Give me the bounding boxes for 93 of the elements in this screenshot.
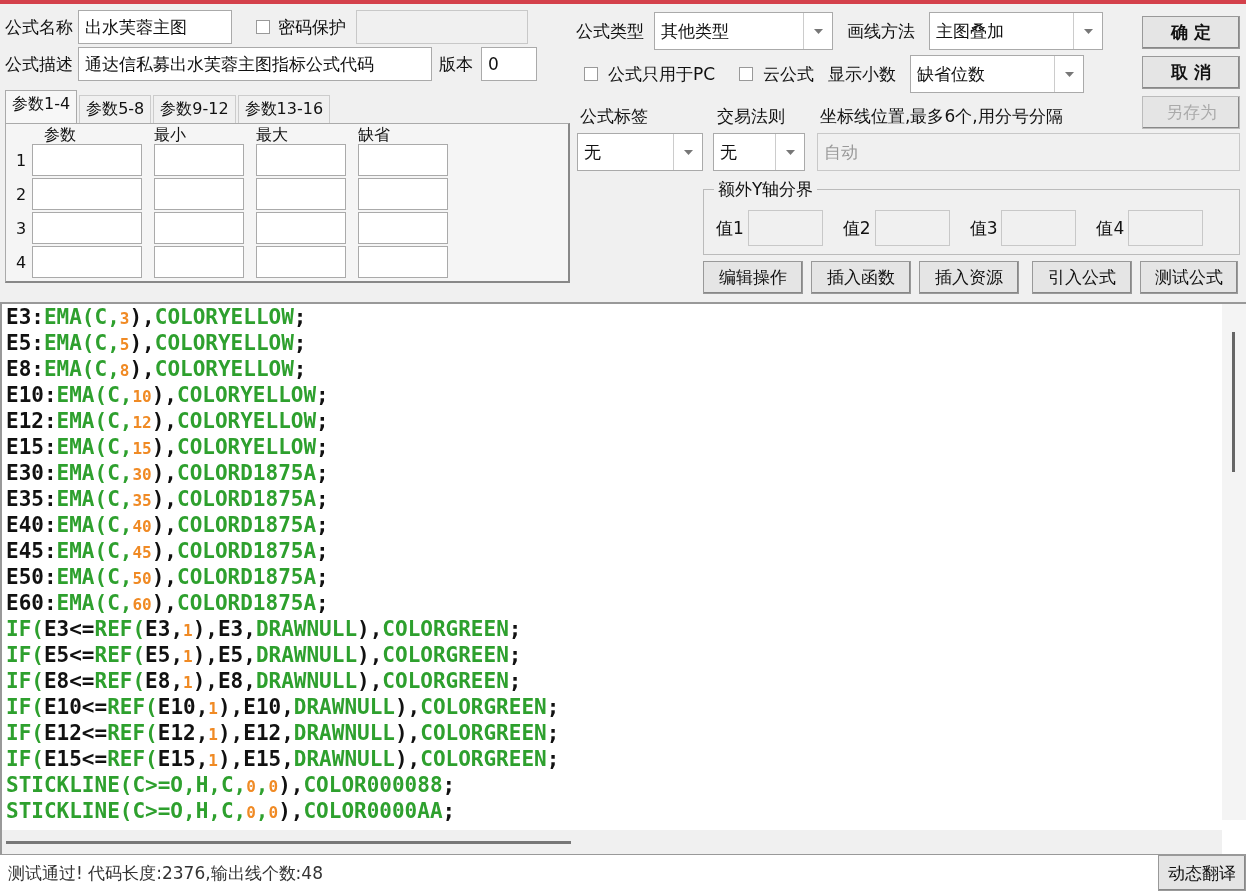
- field-label: 值4: [1096, 216, 1125, 240]
- formula-type-dropdown[interactable]: 其他类型: [654, 12, 833, 50]
- code-line: STICKLINE(C>=O,H,C,0,0),COLOR000088;: [6, 773, 457, 799]
- status-text: 测试通过! 代码长度:2376,输出线个数:48: [7, 861, 323, 885]
- param-field[interactable]: [256, 212, 346, 244]
- param-field[interactable]: [256, 144, 346, 176]
- code-line: IF(E8<=REF(E8,1),E8,DRAWNULL),COLORGREEN;: [6, 669, 523, 695]
- tab[interactable]: 参数13-16: [237, 95, 331, 123]
- column-header: 缺省: [358, 124, 391, 146]
- param-field[interactable]: [154, 144, 244, 176]
- code-line: E10:EMA(C,10),COLORYELLOW;: [6, 383, 330, 409]
- column-header: 参数: [43, 124, 77, 146]
- param-field[interactable]: [32, 144, 142, 176]
- decimals-dropdown[interactable]: 缺省位数: [910, 55, 1085, 93]
- description-field[interactable]: 通达信私募出水芙蓉主图指标公式代码: [78, 47, 432, 81]
- code-editor[interactable]: [0, 302, 1246, 830]
- checkbox[interactable]: [739, 67, 754, 81]
- draw-method-dropdown[interactable]: 主图叠加: [929, 12, 1103, 50]
- version-field[interactable]: 0: [481, 47, 537, 81]
- param-field[interactable]: [256, 178, 346, 210]
- field-label: 值3: [969, 216, 998, 240]
- action-button[interactable]: 引入公式: [1032, 261, 1132, 294]
- code-line: IF(E15<=REF(E15,1),E15,DRAWNULL),COLORGREEN;: [6, 747, 561, 773]
- code-line: IF(E12<=REF(E12,1),E12,DRAWNULL),COLORGREEN;: [6, 721, 561, 747]
- code-line: IF(E3<=REF(E3,1),E3,DRAWNULL),COLORGREEN;: [6, 617, 523, 643]
- dropdown-arrow-icon: [1064, 71, 1074, 77]
- code-line: E40:EMA(C,40),COLORD1875A;: [6, 513, 330, 539]
- formula-tag-dropdown[interactable]: 无: [577, 133, 703, 171]
- action-button[interactable]: 测试公式: [1140, 261, 1238, 294]
- action-button[interactable]: 编辑操作: [703, 261, 803, 294]
- dialog-button[interactable]: 取 消: [1142, 56, 1240, 89]
- field-label: 公式描述: [5, 52, 73, 76]
- dropdown-arrow-icon: [1083, 28, 1093, 34]
- dropdown-arrow-icon: [683, 149, 693, 155]
- param-field[interactable]: [358, 246, 448, 278]
- row-number: 4: [14, 252, 28, 272]
- field-label: 显示小数: [828, 62, 897, 86]
- code-line: STICKLINE(C>=O,H,C,0,0),COLOR0000AA;: [6, 799, 457, 825]
- checkbox-label: 密码保护: [278, 15, 346, 39]
- group-title: 额外Y轴分界: [714, 178, 818, 201]
- horizontal-scrollbar[interactable]: [2, 830, 1222, 854]
- translate-button[interactable]: 动态翻译: [1158, 855, 1246, 891]
- trade-rule-dropdown[interactable]: 无: [713, 133, 805, 171]
- field-label: 坐标线位置,最多6个,用分号分隔: [820, 104, 1063, 128]
- code-line: E5:EMA(C,5),COLORYELLOW;: [6, 331, 308, 357]
- code-line: E3:EMA(C,3),COLORYELLOW;: [6, 305, 308, 331]
- code-line: IF(E10<=REF(E10,1),E10,DRAWNULL),COLORGREEN;: [6, 695, 561, 721]
- row-number: 3: [14, 218, 28, 238]
- param-field[interactable]: [32, 178, 142, 210]
- vertical-scrollbar[interactable]: [1222, 304, 1246, 820]
- field-label: 公式标签: [580, 104, 649, 128]
- field-label: 值1: [716, 216, 744, 240]
- checkbox[interactable]: [256, 20, 270, 34]
- action-button[interactable]: 插入资源: [919, 261, 1019, 294]
- tab[interactable]: 参数1-4: [5, 90, 78, 123]
- code-line: E60:EMA(C,60),COLORD1875A;: [6, 591, 330, 617]
- row-number: 2: [14, 184, 28, 204]
- code-line: E12:EMA(C,12),COLORYELLOW;: [6, 409, 330, 435]
- code-line: E15:EMA(C,15),COLORYELLOW;: [6, 435, 330, 461]
- column-header: 最大: [256, 124, 289, 146]
- param-field[interactable]: [358, 178, 448, 210]
- field-label: 画线方法: [847, 19, 915, 43]
- param-field[interactable]: [256, 246, 346, 278]
- tab[interactable]: 参数9-12: [153, 95, 236, 123]
- column-header: 最小: [154, 124, 187, 146]
- code-line: E30:EMA(C,30),COLORD1875A;: [6, 461, 330, 487]
- action-button[interactable]: 插入函数: [811, 261, 911, 294]
- code-line: IF(E5<=REF(E5,1),E5,DRAWNULL),COLORGREEN;: [6, 643, 523, 669]
- dropdown-arrow-icon: [813, 28, 823, 34]
- dropdown-arrow-icon: [785, 149, 795, 155]
- param-field[interactable]: [32, 246, 142, 278]
- field-label: 值2: [842, 216, 871, 240]
- checkbox-label: 云公式: [763, 62, 815, 86]
- tab[interactable]: 参数5-8: [79, 95, 152, 123]
- formula-name-field[interactable]: 出水芙蓉主图: [78, 10, 232, 44]
- param-field[interactable]: [154, 178, 244, 210]
- code-line: E50:EMA(C,50),COLORD1875A;: [6, 565, 330, 591]
- dialog-button[interactable]: 确 定: [1142, 16, 1240, 49]
- param-field[interactable]: [154, 212, 244, 244]
- param-field[interactable]: [154, 246, 244, 278]
- param-field[interactable]: [358, 144, 448, 176]
- field-label: 公式名称: [5, 15, 73, 39]
- checkbox-label: 公式只用于PC: [608, 62, 716, 86]
- param-field[interactable]: [358, 212, 448, 244]
- code-line: E35:EMA(C,35),COLORD1875A;: [6, 487, 330, 513]
- param-field[interactable]: [32, 212, 142, 244]
- code-line: E45:EMA(C,45),COLORD1875A;: [6, 539, 330, 565]
- checkbox[interactable]: [584, 67, 598, 81]
- code-line: E8:EMA(C,8),COLORYELLOW;: [6, 357, 308, 383]
- field-label: 版本: [439, 52, 473, 76]
- field-label: 交易法则: [717, 104, 786, 128]
- field-label: 公式类型: [576, 19, 644, 43]
- row-number: 1: [14, 150, 28, 170]
